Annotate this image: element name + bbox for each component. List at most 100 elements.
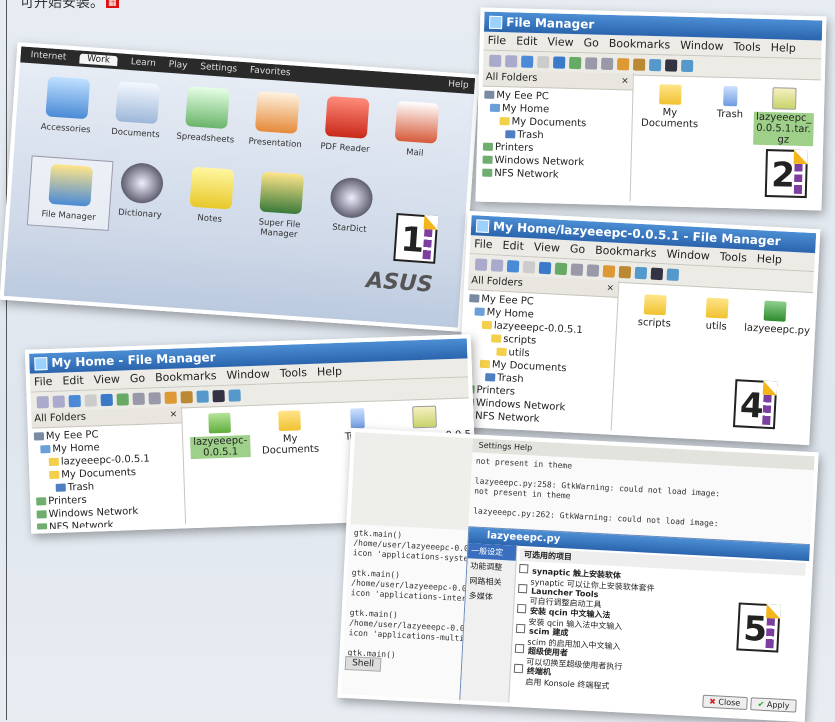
menu-bookmarks[interactable]: Bookmarks xyxy=(595,244,657,260)
menu-help[interactable]: Help xyxy=(771,41,796,55)
tree-label: My Documents xyxy=(511,116,587,130)
details-icon[interactable] xyxy=(212,389,225,403)
apply-button[interactable]: ✔ Apply xyxy=(750,697,797,713)
forward-icon[interactable] xyxy=(490,259,504,272)
checkbox[interactable] xyxy=(516,603,527,614)
close-button[interactable]: ✖ Close xyxy=(701,694,748,711)
forward-icon[interactable] xyxy=(505,55,518,68)
stop-icon[interactable] xyxy=(537,56,550,69)
sidebar-item-multimedia[interactable]: 多媒体 xyxy=(465,588,514,605)
app-stardict[interactable]: StarDict xyxy=(309,175,393,236)
paste-icon[interactable] xyxy=(148,392,161,405)
menu-help[interactable]: Help xyxy=(317,365,343,379)
copy-icon[interactable] xyxy=(570,263,584,277)
properties-icon[interactable] xyxy=(602,265,616,278)
menu-help[interactable]: Help xyxy=(757,252,783,266)
menu-view[interactable]: View xyxy=(533,240,560,254)
tab-internet[interactable]: Internet xyxy=(30,50,66,62)
menu-window[interactable]: Window xyxy=(226,367,270,382)
folder-icon xyxy=(481,320,493,330)
step-badge-5: 5 xyxy=(736,602,781,653)
menu-bookmarks[interactable]: Bookmarks xyxy=(609,37,671,52)
paste-icon[interactable] xyxy=(601,57,614,70)
file-item[interactable]: Trash xyxy=(700,85,761,121)
reload-icon[interactable] xyxy=(100,393,113,407)
copy-icon[interactable] xyxy=(585,57,598,70)
close-pane-button[interactable]: × xyxy=(606,280,614,296)
folder-icon xyxy=(208,412,231,434)
sort-icon[interactable] xyxy=(228,389,241,402)
tab-favorites[interactable]: Favorites xyxy=(250,65,291,78)
close-pane-button[interactable]: × xyxy=(621,73,629,89)
checkbox[interactable] xyxy=(517,583,528,594)
close-label: Close xyxy=(718,697,741,708)
cut-icon[interactable] xyxy=(569,56,582,70)
menu-edit[interactable]: Edit xyxy=(502,239,524,253)
checkbox[interactable] xyxy=(514,643,525,654)
close-pane-button[interactable]: × xyxy=(169,407,178,423)
shell-tab[interactable]: Shell xyxy=(344,655,382,672)
up-icon[interactable] xyxy=(521,55,534,68)
sort-icon[interactable] xyxy=(680,59,694,73)
menu-view[interactable]: View xyxy=(94,373,121,387)
file-item[interactable]: utils xyxy=(686,297,748,334)
view-icon[interactable] xyxy=(196,390,209,403)
menu-view[interactable]: View xyxy=(547,35,573,49)
details-icon[interactable] xyxy=(650,267,664,281)
rename-icon[interactable] xyxy=(633,58,646,71)
properties-icon[interactable] xyxy=(164,391,177,404)
copy-icon[interactable] xyxy=(132,392,145,406)
menu-go[interactable]: Go xyxy=(570,242,586,256)
back-icon[interactable] xyxy=(36,396,49,409)
title-text: My Home - File Manager xyxy=(51,350,216,370)
menu-edit[interactable]: Edit xyxy=(62,374,84,388)
sort-icon[interactable] xyxy=(666,268,680,282)
stop-icon[interactable] xyxy=(522,260,536,274)
checkbox[interactable] xyxy=(519,563,529,574)
cut-icon[interactable] xyxy=(554,262,568,276)
menu-file[interactable]: File xyxy=(488,34,507,47)
tab-play[interactable]: Play xyxy=(168,60,187,71)
back-icon[interactable] xyxy=(489,54,502,68)
cut-icon[interactable] xyxy=(116,393,129,406)
view-icon[interactable] xyxy=(634,266,648,280)
menu-go[interactable]: Go xyxy=(583,36,599,49)
menu-file[interactable]: File xyxy=(34,375,53,389)
file-item[interactable]: lazyeeepc_0.0.5.1.tar.gz xyxy=(753,87,814,147)
reload-icon[interactable] xyxy=(553,56,566,69)
menu-tools[interactable]: Tools xyxy=(733,40,760,54)
tab-work[interactable]: Work xyxy=(78,53,119,67)
details-icon[interactable] xyxy=(664,59,678,72)
file-item[interactable]: scripts xyxy=(624,293,686,330)
app-mail[interactable]: Mail xyxy=(375,99,459,160)
forward-icon[interactable] xyxy=(52,395,65,408)
reload-icon[interactable] xyxy=(538,261,552,275)
view-icon[interactable] xyxy=(648,58,662,72)
up-icon[interactable] xyxy=(68,394,81,408)
tab-settings[interactable]: Settings xyxy=(200,62,238,75)
tab-learn[interactable]: Learn xyxy=(130,57,156,69)
help-link[interactable]: Help xyxy=(448,76,470,93)
menu-window[interactable]: Window xyxy=(680,39,724,53)
file-item[interactable]: My Documents xyxy=(259,410,321,457)
properties-icon[interactable] xyxy=(617,58,630,71)
file-item[interactable]: lazyeeepc.py xyxy=(744,300,810,337)
file-item[interactable]: lazyeeepc-0.0.5.1 xyxy=(189,412,251,460)
menu-tools[interactable]: Tools xyxy=(280,366,308,380)
stop-icon[interactable] xyxy=(84,394,97,407)
menu-file[interactable]: File xyxy=(474,237,493,251)
checkbox[interactable] xyxy=(513,663,524,674)
menu-go[interactable]: Go xyxy=(130,372,146,386)
rename-icon[interactable] xyxy=(180,391,193,404)
menu-bookmarks[interactable]: Bookmarks xyxy=(155,369,217,384)
menu-tools[interactable]: Tools xyxy=(719,250,747,264)
rename-icon[interactable] xyxy=(618,265,632,279)
paste-icon[interactable] xyxy=(586,264,600,277)
up-icon[interactable] xyxy=(506,260,520,273)
menu-edit[interactable]: Edit xyxy=(516,34,538,48)
checkbox[interactable] xyxy=(515,623,526,634)
file-item[interactable]: My Documents xyxy=(639,84,700,131)
menu-window[interactable]: Window xyxy=(666,247,710,262)
tree-item[interactable]: NFS Network xyxy=(482,167,630,184)
back-icon[interactable] xyxy=(474,258,488,271)
